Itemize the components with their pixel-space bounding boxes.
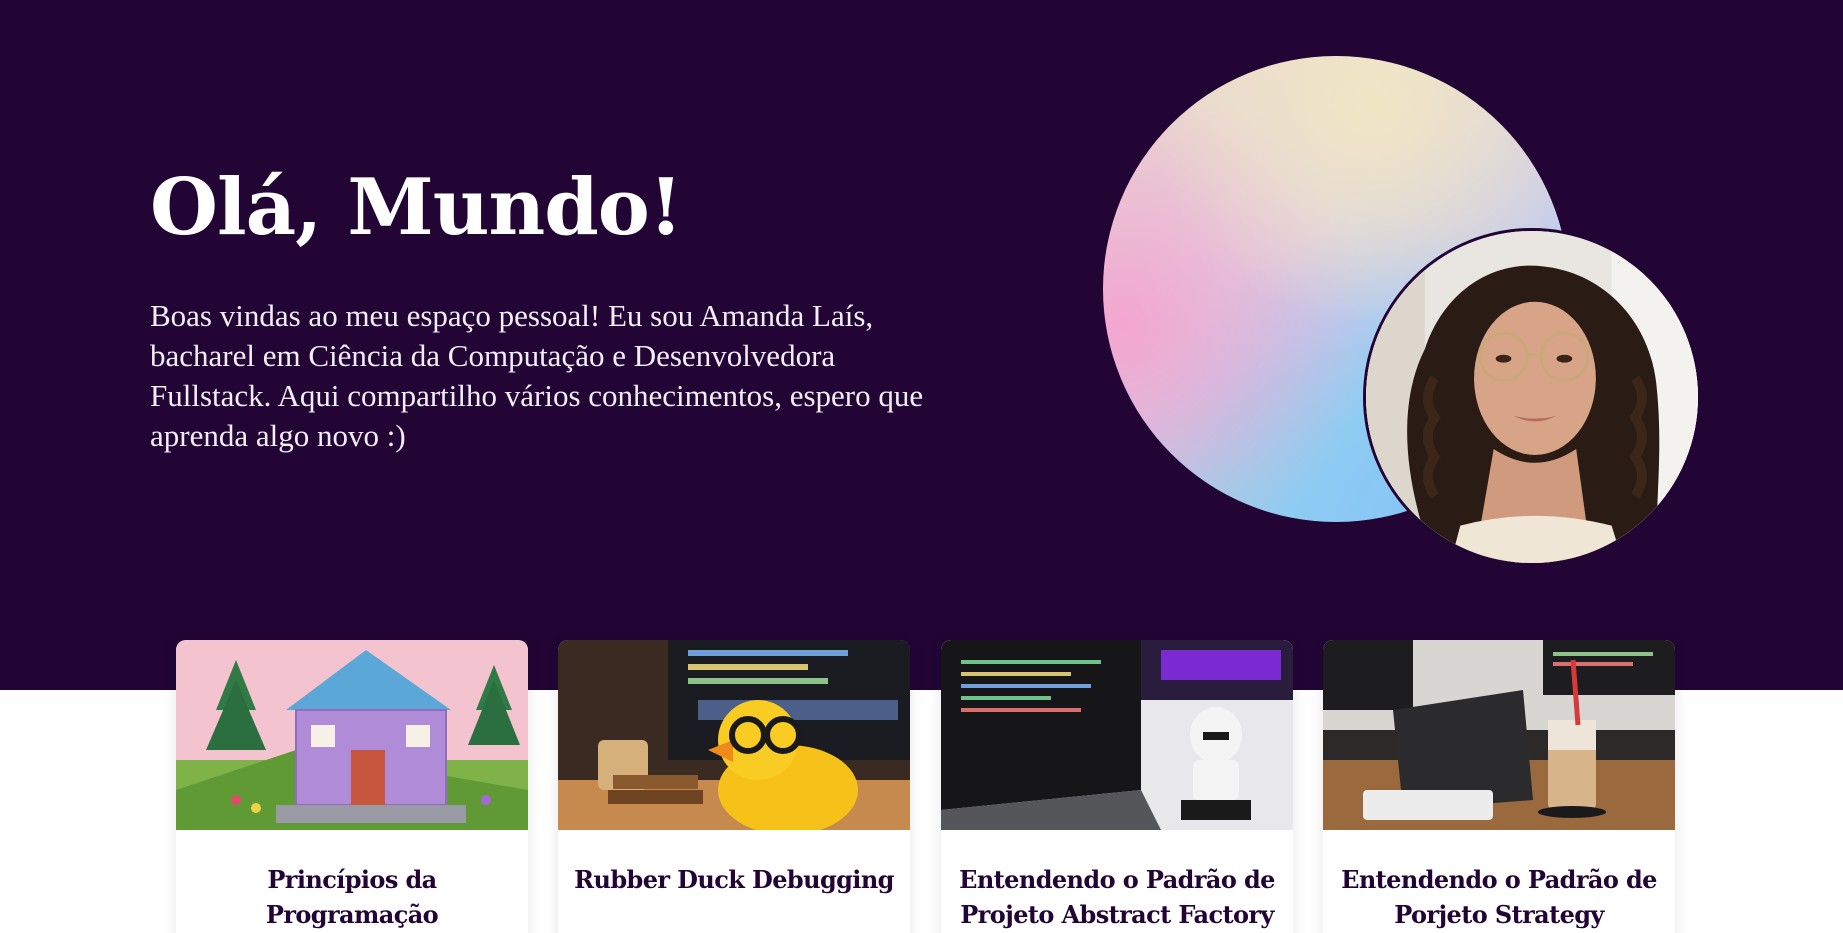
hero-section: Olá, Mundo! Boas vindas ao meu espaço pe… bbox=[0, 0, 1843, 690]
post-title[interactable]: Rubber Duck Debugging bbox=[558, 830, 910, 897]
post-card-abstract-factory[interactable]: Entendendo o Padrão de Projeto Abstract … bbox=[941, 640, 1293, 933]
post-card-strategy[interactable]: Entendendo o Padrão de Porjeto Strategy bbox=[1323, 640, 1675, 933]
hero-intro: Boas vindas ao meu espaço pessoal! Eu so… bbox=[150, 298, 924, 453]
post-card-principios[interactable]: Princípios da Programação bbox=[176, 640, 528, 933]
tablet-coffee-image[interactable] bbox=[1323, 640, 1675, 830]
hero-title: Olá, Mundo! bbox=[150, 162, 683, 253]
post-title[interactable]: Entendendo o Padrão de Projeto Abstract … bbox=[941, 830, 1293, 932]
post-title[interactable]: Princípios da Programação bbox=[176, 830, 528, 932]
post-title[interactable]: Entendendo o Padrão de Porjeto Strategy bbox=[1323, 830, 1675, 932]
lego-house-image[interactable] bbox=[176, 640, 528, 830]
laptop-stormtrooper-image[interactable] bbox=[941, 640, 1293, 830]
rubber-duck-image[interactable] bbox=[558, 640, 910, 830]
profile-photo-illustration bbox=[1366, 231, 1698, 563]
post-card-rubber-duck[interactable]: Rubber Duck Debugging bbox=[558, 640, 910, 933]
profile-photo bbox=[1363, 228, 1701, 566]
post-cards: Princípios da Programação Rubber Duck De… bbox=[176, 640, 1676, 933]
